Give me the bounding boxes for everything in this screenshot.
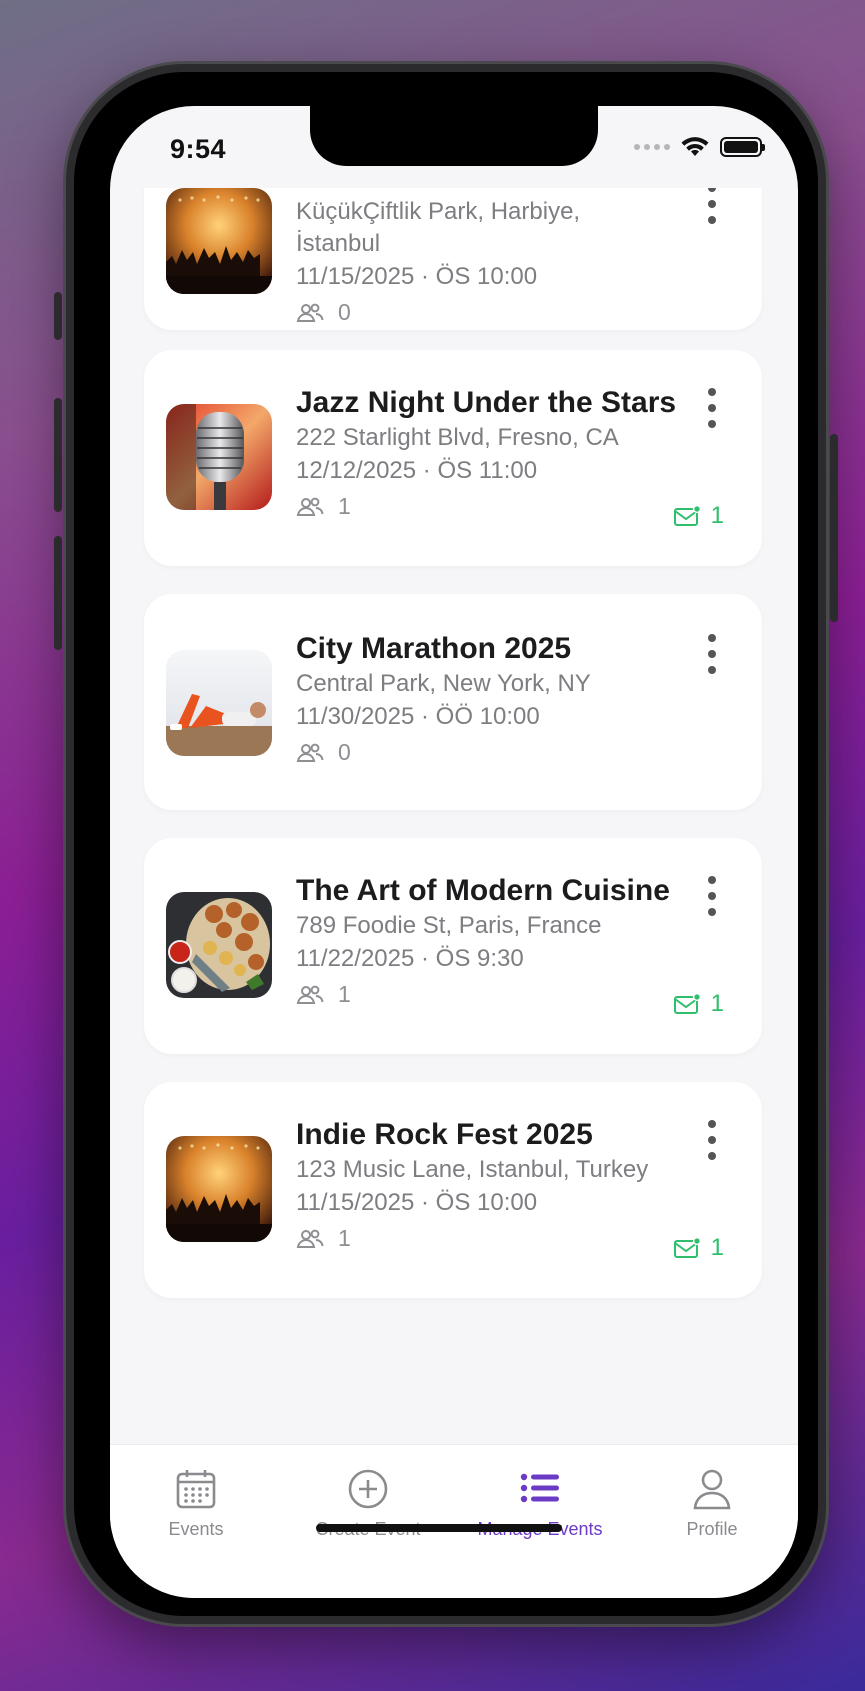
event-thumbnail-food [166,892,272,998]
home-indicator[interactable] [316,1524,562,1532]
event-attendees: 1 [296,981,672,1008]
event-thumbnail-concert [166,188,272,294]
event-attendees: 1 [296,1225,672,1252]
managed-events-list: KüçükÇiftlik Park, Harbiye, İstanbul 11/… [110,188,798,1444]
event-card[interactable]: Jazz Night Under the Stars 222 Starlight… [144,350,762,566]
event-location: 123 Music Lane, Istanbul, Turkey [296,1156,649,1183]
calendar-icon [176,1470,216,1509]
tab-label: Events [168,1519,224,1539]
tab-profile[interactable]: Profile [626,1467,798,1540]
event-title: Indie Rock Fest 2025 [296,1118,593,1151]
event-thumbnail-microphone [166,404,272,510]
person-icon [693,1469,731,1510]
volume-up-button [54,398,62,512]
event-location: Central Park, New York, NY [296,670,591,697]
event-info: Indie Rock Fest 2025 123 Music Lane, Ist… [296,1116,672,1252]
invites-badge[interactable]: 1 [673,990,724,1018]
event-info: Jazz Night Under the Stars 222 Starlight… [296,384,677,520]
tab-label: Profile [686,1519,738,1539]
event-location: KüçükÇiftlik Park, Harbiye, [296,198,581,225]
wifi-icon [681,137,709,156]
mail-notification-icon [673,1237,701,1258]
event-location: 789 Foodie St, Paris, France [296,912,602,939]
event-attendees: 0 [296,299,672,326]
event-datetime: 12/12/2025 · ÖS 11:00 [296,457,538,484]
battery-icon [720,137,765,157]
status-time: 9:54 [170,134,227,164]
invites-count: 1 [710,990,724,1017]
attendees-count: 1 [338,981,351,1007]
camera-notch [310,106,598,166]
attendees-icon [296,1229,324,1248]
event-title: City Marathon 2025 [296,632,572,665]
event-datetime: 11/30/2025 · ÖÖ 10:00 [296,703,540,730]
attendees-icon [296,743,324,762]
attendees-count: 0 [338,739,351,765]
event-card[interactable]: KüçükÇiftlik Park, Harbiye, İstanbul 11/… [144,188,762,330]
attendees-count: 1 [338,1225,351,1251]
event-card[interactable]: Indie Rock Fest 2025 123 Music Lane, Ist… [144,1082,762,1298]
event-thumbnail-runner [166,650,272,756]
mute-switch [54,292,62,340]
event-card[interactable]: The Art of Modern Cuisine 789 Foodie St,… [144,838,762,1054]
more-options-button[interactable] [702,388,722,428]
event-card[interactable]: City Marathon 2025 Central Park, New Yor… [144,594,762,810]
invites-count: 1 [710,1234,724,1261]
app-screen: 9:54 KüçükÇiftlik Park, Harbiye, İstanbu… [110,106,798,1598]
event-datetime: 11/15/2025 · ÖS 10:00 [296,1189,538,1216]
list-icon [520,1473,559,1503]
volume-down-button [54,536,62,650]
more-options-button[interactable] [702,876,722,916]
phone-bezel: 9:54 KüçükÇiftlik Park, Harbiye, İstanbu… [74,72,818,1616]
event-title: Jazz Night Under the Stars [296,386,677,419]
status-icons [634,136,765,158]
attendees-icon [296,985,324,1004]
event-info: The Art of Modern Cuisine 789 Foodie St,… [296,872,672,1008]
event-datetime: 11/15/2025 · ÖS 10:00 [296,263,538,290]
event-datetime: 11/22/2025 · ÖS 9:30 [296,945,524,972]
tab-events[interactable]: Events [110,1467,282,1540]
more-options-button[interactable] [702,634,722,674]
mail-notification-icon [673,993,701,1014]
event-attendees: 0 [296,739,672,766]
mail-notification-icon [673,505,701,526]
event-thumbnail-concert [166,1136,272,1242]
phone-frame: 9:54 KüçükÇiftlik Park, Harbiye, İstanbu… [54,64,838,1624]
attendees-icon [296,497,324,516]
power-button [830,434,838,622]
more-options-button[interactable] [702,188,722,224]
event-location-line2: İstanbul [296,230,381,257]
cellular-signal-icon [634,144,670,150]
attendees-count: 0 [338,299,351,325]
event-info: City Marathon 2025 Central Park, New Yor… [296,630,672,766]
invites-badge[interactable]: 1 [673,1234,724,1262]
bottom-tab-bar: Events Create Event Manage Events [110,1444,798,1598]
attendees-icon [296,303,324,322]
more-options-button[interactable] [702,1120,722,1160]
plus-circle-icon [348,1469,388,1509]
invites-count: 1 [710,502,724,529]
attendees-count: 1 [338,493,351,519]
event-attendees: 1 [296,493,672,520]
event-location: 222 Starlight Blvd, Fresno, CA [296,424,619,451]
invites-badge[interactable]: 1 [673,502,724,530]
event-info: KüçükÇiftlik Park, Harbiye, İstanbul 11/… [296,196,672,326]
event-title: The Art of Modern Cuisine [296,874,670,907]
